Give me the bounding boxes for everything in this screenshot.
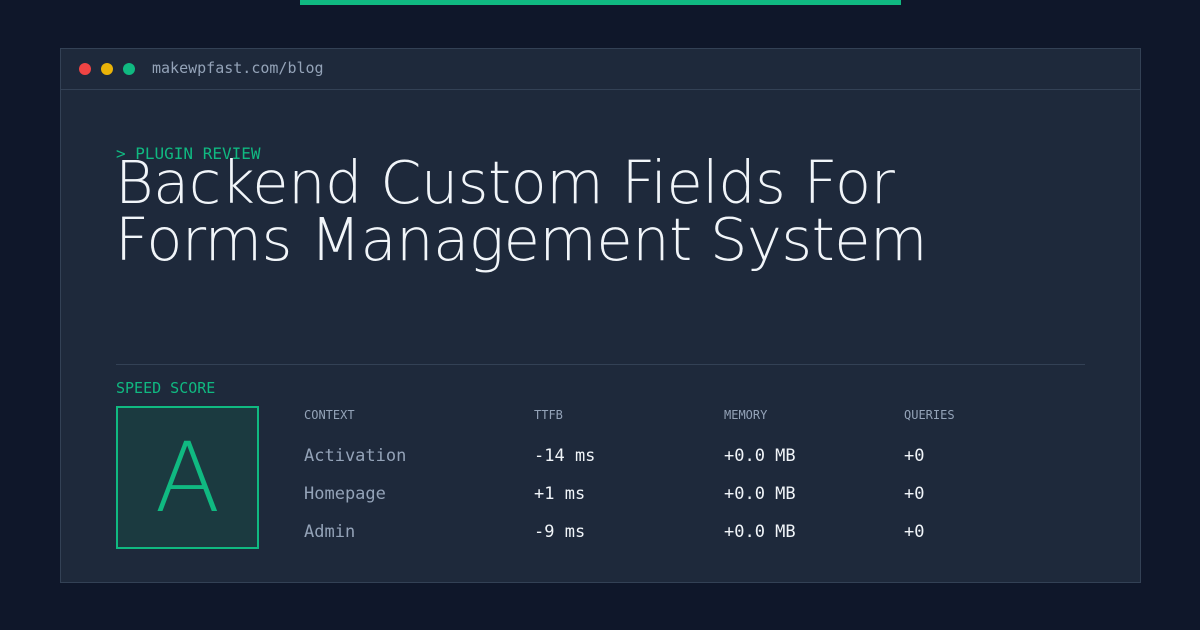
row-ttfb: +1 ms	[534, 484, 586, 504]
speed-score-label: SPEED SCORE	[116, 379, 216, 397]
row-memory: +0.0 MB	[724, 522, 796, 542]
row-queries: +0	[904, 484, 925, 504]
section-divider	[116, 364, 1085, 365]
column-header-context: CONTEXT	[304, 408, 355, 422]
row-ttfb: -14 ms	[534, 446, 596, 466]
row-memory: +0.0 MB	[724, 484, 796, 504]
row-queries: +0	[904, 446, 925, 466]
speed-grade-badge: A	[116, 406, 259, 549]
close-dot	[79, 63, 91, 75]
row-context: Admin	[304, 522, 356, 542]
page-url: makewpfast.com/blog	[152, 59, 324, 77]
speed-grade: A	[154, 421, 221, 534]
row-memory: +0.0 MB	[724, 446, 796, 466]
row-ttfb: -9 ms	[534, 522, 586, 542]
page-title: Backend Custom Fields For Forms Manageme…	[115, 148, 928, 274]
column-header-queries: QUERIES	[904, 408, 955, 422]
column-header-ttfb: TTFB	[534, 408, 563, 422]
top-accent-bar	[300, 0, 901, 5]
row-queries: +0	[904, 522, 925, 542]
row-context: Activation	[304, 446, 407, 466]
maximize-dot	[123, 63, 135, 75]
browser-window: makewpfast.com/blog > PLUGIN REVIEW Back…	[60, 48, 1141, 583]
column-header-memory: MEMORY	[724, 408, 768, 422]
row-context: Homepage	[304, 484, 386, 504]
minimize-dot	[101, 63, 113, 75]
window-titlebar: makewpfast.com/blog	[61, 49, 1140, 90]
